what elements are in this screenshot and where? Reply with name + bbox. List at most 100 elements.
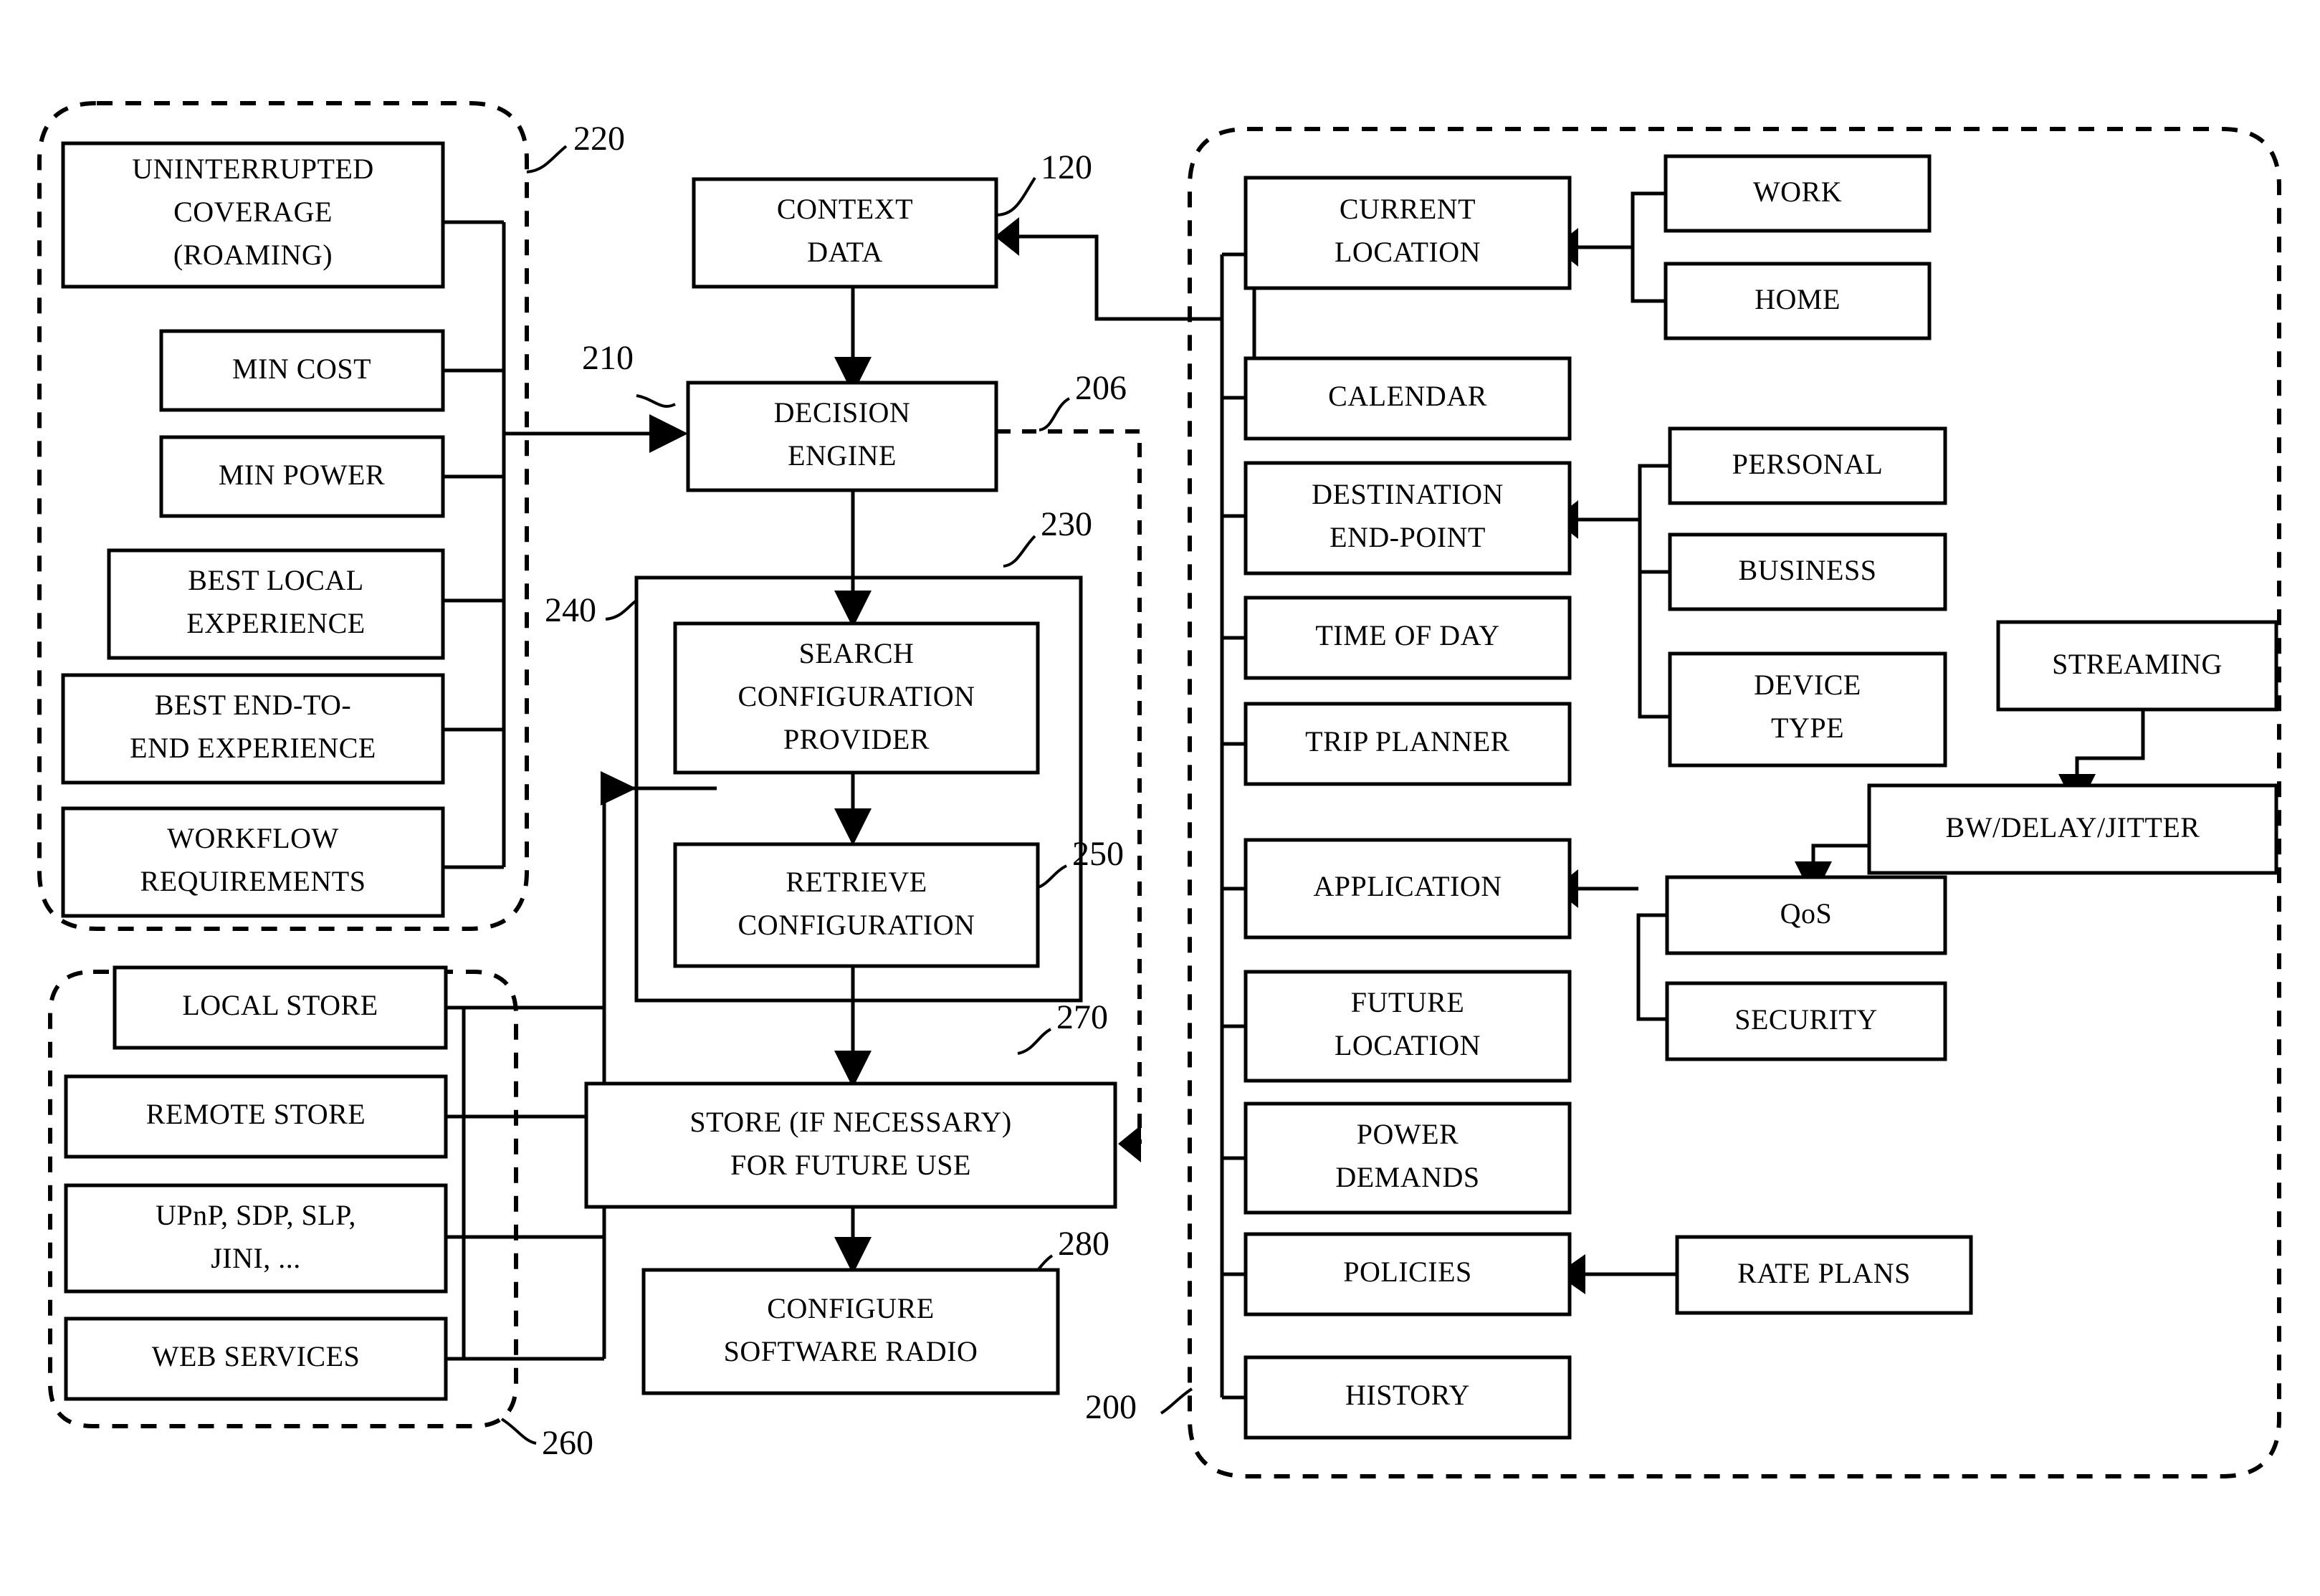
policy-item-label: WORKFLOW: [167, 822, 339, 854]
provider-item-label: REMOTE STORE: [146, 1098, 366, 1130]
context-item-label: DEMANDS: [1335, 1161, 1479, 1193]
decision-engine-label: ENGINE: [788, 439, 897, 472]
endpoint-source-label: TYPE: [1771, 712, 1844, 744]
endpoint-source-device-type[interactable]: DEVICE TYPE: [1668, 651, 1947, 768]
reference-numeral-220: 220: [573, 120, 625, 158]
context-item-policies[interactable]: POLICIES: [1243, 1232, 1572, 1317]
context-item-history[interactable]: HISTORY: [1243, 1355, 1572, 1440]
policy-item-best-local-experience[interactable]: BEST LOCAL EXPERIENCE: [107, 548, 445, 660]
retrieve-configuration-box[interactable]: RETRIEVE CONFIGURATION: [673, 842, 1040, 968]
context-item-label: APPLICATION: [1313, 870, 1502, 902]
application-source-qos[interactable]: QoS: [1665, 875, 1947, 955]
location-source-work[interactable]: WORK: [1663, 154, 1932, 233]
search-config-label: CONFIGURATION: [738, 680, 975, 712]
context-item-destination-end-point[interactable]: DESTINATION END-POINT: [1243, 461, 1572, 575]
decision-engine-box[interactable]: DECISION ENGINE: [686, 381, 998, 492]
context-item-label: HISTORY: [1345, 1379, 1470, 1411]
provider-item-discovery-protocols[interactable]: UPnP, SDP, SLP, JINI, ...: [64, 1183, 448, 1294]
qos-chain-bw-delay-jitter[interactable]: BW/DELAY/JITTER: [1867, 783, 2278, 875]
provider-item-label: JINI, ...: [211, 1242, 301, 1274]
endpoint-source-label: DEVICE: [1754, 669, 1861, 701]
reference-numeral-200: 200: [1085, 1388, 1137, 1426]
configure-software-radio-box[interactable]: CONFIGURE SOFTWARE RADIO: [641, 1268, 1060, 1395]
store-for-future-use-box[interactable]: STORE (IF NECESSARY) FOR FUTURE USE: [584, 1081, 1117, 1209]
context-item-trip-planner[interactable]: TRIP PLANNER: [1243, 702, 1572, 786]
reference-numeral-120: 120: [1041, 148, 1092, 186]
location-source-label: WORK: [1753, 176, 1842, 208]
context-item-label: POWER: [1357, 1118, 1459, 1150]
context-item-power-demands[interactable]: POWER DEMANDS: [1243, 1102, 1572, 1215]
policy-item-uninterrupted-coverage[interactable]: UNINTERRUPTED COVERAGE (ROAMING): [61, 141, 445, 289]
search-configuration-provider-box[interactable]: SEARCH CONFIGURATION PROVIDER: [673, 621, 1040, 775]
policy-item-label: MIN POWER: [219, 459, 385, 491]
reference-numeral-240: 240: [545, 591, 596, 629]
configure-radio-label: SOFTWARE RADIO: [724, 1335, 978, 1367]
context-data-box[interactable]: CONTEXT DATA: [692, 177, 998, 289]
decision-engine-label: DECISION: [774, 396, 911, 429]
context-item-application[interactable]: APPLICATION: [1243, 838, 1572, 940]
qos-chain-streaming[interactable]: STREAMING: [1996, 620, 2278, 712]
reference-numeral-280: 280: [1058, 1225, 1109, 1263]
context-item-calendar[interactable]: CALENDAR: [1243, 356, 1572, 441]
endpoint-source-label: BUSINESS: [1739, 554, 1877, 586]
search-config-label: SEARCH: [799, 637, 915, 669]
retrieve-config-label: RETRIEVE: [786, 866, 927, 898]
application-source-label: SECURITY: [1734, 1003, 1878, 1036]
location-source-label: HOME: [1755, 283, 1841, 315]
context-data-label: DATA: [807, 236, 882, 268]
search-config-label: PROVIDER: [783, 723, 930, 755]
policy-item-label: BEST LOCAL: [188, 564, 363, 596]
context-item-label: TIME OF DAY: [1315, 619, 1499, 651]
policy-item-best-end-to-end-experience[interactable]: BEST END-TO- END EXPERIENCE: [61, 673, 445, 785]
reference-numeral-210: 210: [582, 339, 634, 377]
qos-chain-label: BW/DELAY/JITTER: [1946, 811, 2200, 844]
context-item-label: POLICIES: [1343, 1256, 1472, 1288]
policy-item-workflow-requirements[interactable]: WORKFLOW REQUIREMENTS: [61, 806, 445, 918]
context-item-label: DESTINATION: [1312, 478, 1504, 510]
context-item-label: END-POINT: [1330, 521, 1486, 553]
policy-item-min-power[interactable]: MIN POWER: [159, 435, 445, 518]
context-item-future-location[interactable]: FUTURE LOCATION: [1243, 970, 1572, 1083]
provider-item-local-store[interactable]: LOCAL STORE: [113, 965, 448, 1050]
provider-item-label: LOCAL STORE: [182, 989, 378, 1021]
policy-item-label: UNINTERRUPTED: [132, 153, 374, 185]
endpoint-source-business[interactable]: BUSINESS: [1668, 532, 1947, 611]
policy-source-label: RATE PLANS: [1737, 1257, 1911, 1289]
reference-numeral-260: 260: [542, 1424, 593, 1462]
policy-item-label: COVERAGE: [173, 196, 333, 228]
context-item-label: CURRENT: [1340, 193, 1476, 225]
context-item-label: TRIP PLANNER: [1305, 725, 1510, 758]
provider-item-label: UPnP, SDP, SLP,: [156, 1199, 356, 1231]
nodes-layer: UNINTERRUPTED COVERAGE (ROAMING) MIN COS…: [61, 120, 2278, 1462]
reference-numeral-250: 250: [1072, 835, 1124, 873]
policy-item-label: END EXPERIENCE: [130, 732, 376, 764]
retrieve-config-label: CONFIGURATION: [738, 909, 975, 941]
store-future-label: STORE (IF NECESSARY): [689, 1106, 1011, 1138]
policy-item-label: MIN COST: [232, 353, 371, 385]
policy-item-min-cost[interactable]: MIN COST: [159, 329, 445, 412]
provider-item-remote-store[interactable]: REMOTE STORE: [64, 1074, 448, 1159]
context-item-time-of-day[interactable]: TIME OF DAY: [1243, 596, 1572, 680]
location-source-home[interactable]: HOME: [1663, 262, 1932, 340]
reference-numeral-230: 230: [1041, 505, 1092, 543]
context-item-label: FUTURE: [1351, 986, 1465, 1018]
policy-item-label: REQUIREMENTS: [140, 865, 366, 897]
provider-item-web-services[interactable]: WEB SERVICES: [64, 1317, 448, 1401]
context-item-label: LOCATION: [1335, 236, 1481, 268]
qos-chain-label: STREAMING: [2052, 648, 2223, 680]
application-source-security[interactable]: SECURITY: [1665, 981, 1947, 1061]
context-item-current-location[interactable]: CURRENT LOCATION: [1243, 176, 1572, 290]
reference-numeral-270: 270: [1056, 998, 1108, 1036]
policy-item-label: EXPERIENCE: [186, 607, 365, 639]
context-data-label: CONTEXT: [777, 193, 913, 225]
reference-numeral-206: 206: [1075, 369, 1127, 407]
store-future-label: FOR FUTURE USE: [730, 1149, 971, 1181]
policy-item-label: (ROAMING): [173, 239, 333, 271]
context-item-label: LOCATION: [1335, 1029, 1481, 1061]
policy-source-rate-plans[interactable]: RATE PLANS: [1675, 1235, 1973, 1315]
patent-figure-sheet: UNINTERRUPTED COVERAGE (ROAMING) MIN COS…: [0, 0, 2320, 1596]
application-source-label: QoS: [1780, 897, 1833, 930]
policy-item-label: BEST END-TO-: [155, 689, 352, 721]
endpoint-source-personal[interactable]: PERSONAL: [1668, 426, 1947, 505]
context-item-label: CALENDAR: [1328, 380, 1487, 412]
